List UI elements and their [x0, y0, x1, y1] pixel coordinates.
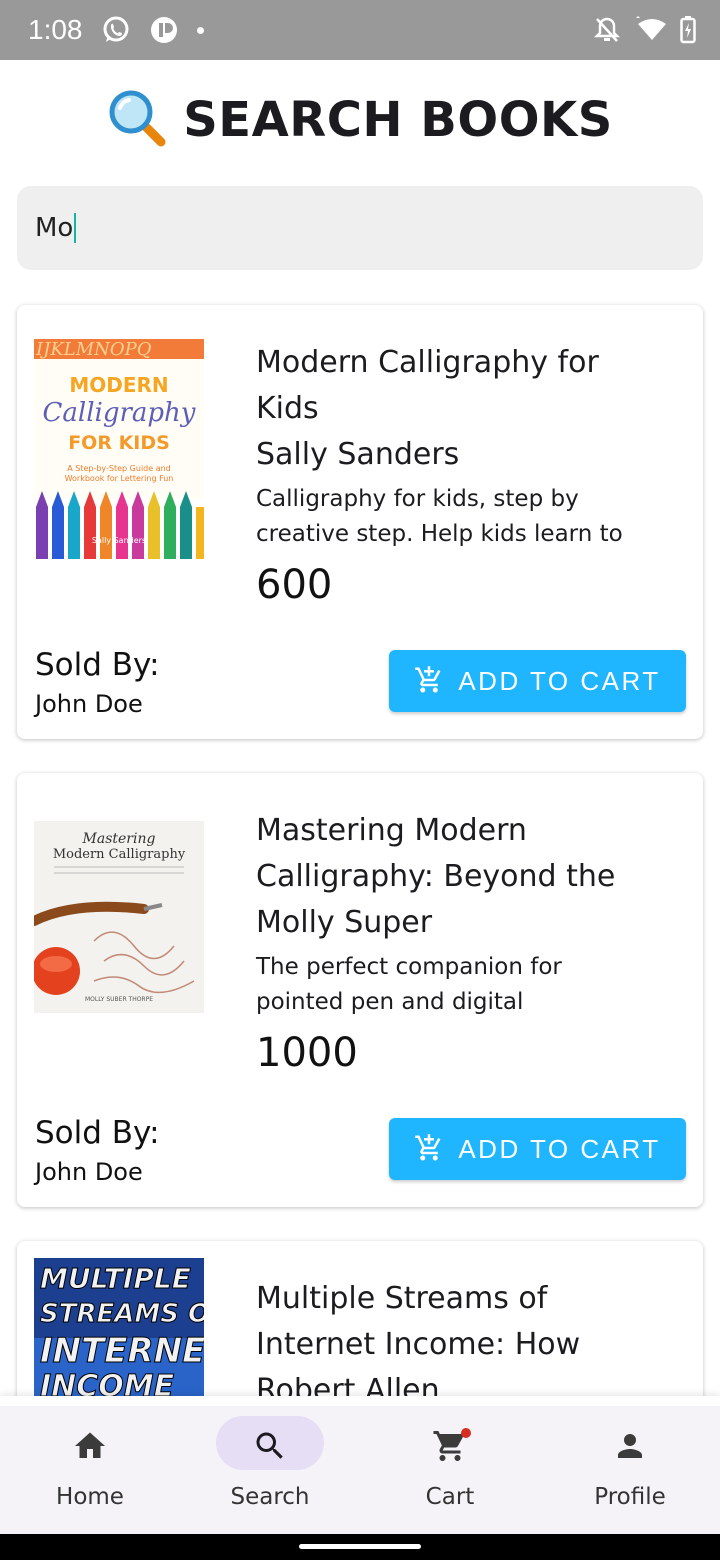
book-title: Modern Calligraphy for Kids Sally Sander…: [256, 340, 683, 478]
book-description: Calligraphy for kids, step by creative s…: [256, 486, 623, 547]
svg-text:4: 4: [655, 32, 661, 43]
search-input[interactable]: Mo: [17, 186, 703, 270]
sold-by: Sold By: John Doe: [35, 645, 160, 723]
book-info: Mastering Modern Calligraphy: Beyond the…: [256, 808, 683, 1080]
svg-text:Mastering: Mastering: [82, 831, 156, 847]
book-cover-image: MULTIPLE STREAMS OF INTERNET INCOME: [34, 1258, 204, 1398]
book-info: Multiple Streams of Internet Income: How…: [256, 1276, 683, 1414]
book-author: Sally Sanders: [256, 437, 460, 472]
status-bar: 1:08 4: [0, 0, 720, 60]
cart-badge-dot: [461, 1428, 471, 1438]
svg-text:MULTIPLE: MULTIPLE: [40, 1262, 191, 1295]
wifi-icon: 4: [630, 16, 670, 44]
book-price: 600: [256, 562, 333, 608]
book-cover-image: Mastering Modern Calligraphy MOLLY SUBER…: [34, 821, 204, 1013]
person-icon: [612, 1428, 648, 1468]
home-gesture-handle[interactable]: [299, 1544, 421, 1549]
book-author: Molly Super: [256, 905, 433, 940]
svg-text:STREAMS OF: STREAMS OF: [40, 1299, 204, 1329]
svg-text:Calligraphy: Calligraphy: [43, 398, 196, 428]
add-to-cart-label: ADD TO CART: [458, 665, 661, 696]
battery-icon: [680, 16, 696, 44]
status-time: 1:08: [28, 14, 83, 45]
nav-item-profile[interactable]: Profile: [540, 1406, 720, 1534]
add-to-cart-label: ADD TO CART: [458, 1133, 661, 1164]
svg-text:MOLLY SUBER THORPE: MOLLY SUBER THORPE: [85, 996, 153, 1003]
nav-item-cart[interactable]: Cart: [360, 1406, 540, 1534]
gesture-navigation-bar: [0, 1534, 720, 1560]
svg-text:INTERNET: INTERNET: [40, 1331, 204, 1371]
book-title: Mastering Modern Calligraphy: Beyond the…: [256, 808, 683, 946]
whatsapp-icon: [101, 15, 131, 45]
magnifier-emoji-icon: [107, 88, 167, 152]
add-shopping-cart-icon: [414, 665, 444, 698]
book-price: 1000: [256, 1030, 358, 1076]
book-cover-image: IJKLMNOPQ MODERN Calligraphy FOR KIDS A …: [34, 339, 204, 559]
book-title: Multiple Streams of Internet Income: How…: [256, 1276, 683, 1414]
nav-item-search[interactable]: Search: [180, 1406, 360, 1534]
nav-label: Search: [230, 1484, 310, 1510]
seller-name: John Doe: [35, 1158, 143, 1186]
notifications-off-icon: [594, 16, 620, 44]
sold-by-label: Sold By:: [35, 1115, 160, 1151]
svg-text:IJKLMNOPQ: IJKLMNOPQ: [35, 339, 152, 360]
svg-text:FOR KIDS: FOR KIDS: [68, 432, 170, 454]
book-info: Modern Calligraphy for Kids Sally Sander…: [256, 340, 683, 612]
svg-text:Modern Calligraphy: Modern Calligraphy: [53, 847, 186, 862]
book-card[interactable]: Mastering Modern Calligraphy MOLLY SUBER…: [17, 773, 703, 1207]
more-notifications-dot: [196, 26, 204, 34]
search-icon: [252, 1428, 288, 1468]
add-to-cart-button[interactable]: ADD TO CART: [389, 650, 686, 712]
nav-item-home[interactable]: Home: [0, 1406, 180, 1534]
svg-text:Sally Sanders: Sally Sanders: [92, 536, 146, 545]
svg-text:MODERN: MODERN: [69, 373, 168, 397]
sold-by: Sold By: John Doe: [35, 1113, 160, 1191]
add-to-cart-button[interactable]: ADD TO CART: [389, 1118, 686, 1180]
svg-text:Workbook for Lettering Fun: Workbook for Lettering Fun: [65, 474, 174, 483]
text-caret: [74, 213, 77, 243]
home-icon: [72, 1428, 108, 1468]
svg-text:A Step-by-Step Guide and: A Step-by-Step Guide and: [67, 464, 171, 473]
book-description: The perfect companion for pointed pen an…: [256, 954, 562, 1015]
app-notification-icon: [149, 15, 179, 45]
add-shopping-cart-icon: [414, 1133, 444, 1166]
svg-text:INCOME: INCOME: [40, 1369, 175, 1398]
nav-label: Home: [56, 1484, 124, 1510]
search-input-value: Mo: [35, 213, 74, 243]
page-header: SEARCH BOOKS: [0, 60, 720, 180]
nav-label: Cart: [425, 1484, 475, 1510]
bottom-navigation: Home Search Cart Profile: [0, 1396, 720, 1534]
nav-label: Profile: [594, 1484, 666, 1510]
page-title: SEARCH BOOKS: [183, 92, 613, 148]
book-card[interactable]: IJKLMNOPQ MODERN Calligraphy FOR KIDS A …: [17, 305, 703, 739]
sold-by-label: Sold By:: [35, 647, 160, 683]
seller-name: John Doe: [35, 690, 143, 718]
